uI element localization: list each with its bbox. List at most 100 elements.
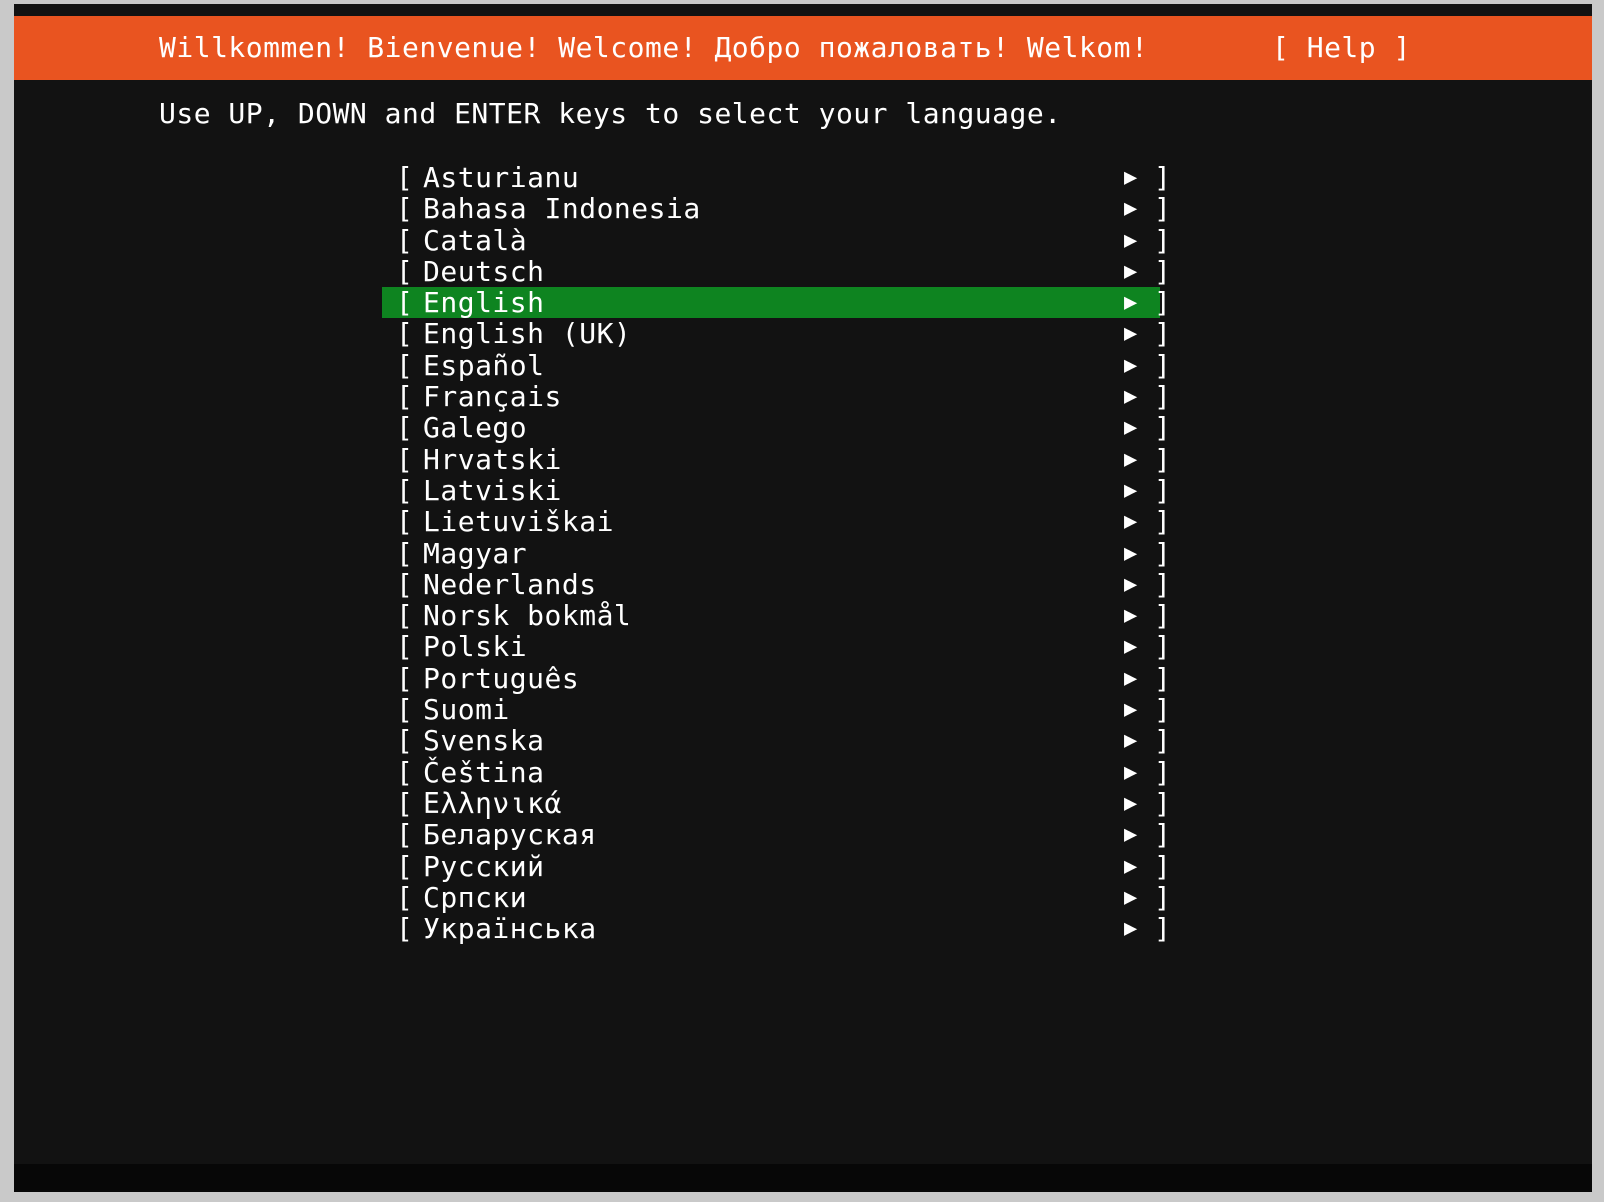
language-option[interactable]: [Español ▶] bbox=[14, 348, 1592, 382]
language-label: Čeština bbox=[423, 755, 545, 789]
language-option[interactable]: [Bahasa Indonesia ▶] bbox=[14, 192, 1592, 226]
bracket-close: ] bbox=[1154, 536, 1171, 570]
expand-arrow-icon[interactable]: ▶ bbox=[1124, 287, 1137, 318]
language-option[interactable]: [ Français ▶] bbox=[14, 380, 1592, 414]
expand-arrow-icon[interactable]: ▶ bbox=[1124, 256, 1137, 287]
language-option[interactable]: [Català ▶] bbox=[14, 223, 1592, 257]
language-label: Español bbox=[423, 348, 545, 382]
language-list: [ Asturianu ▶] [ Bahasa Indonesia ▶] [ Català ▶]… bbox=[14, 162, 1592, 944]
language-option[interactable]: [Galego ▶] bbox=[14, 411, 1592, 445]
expand-arrow-icon[interactable]: ▶ bbox=[1124, 225, 1137, 256]
expand-arrow-icon[interactable]: ▶ bbox=[1124, 350, 1137, 381]
language-label: Nederlands bbox=[423, 567, 597, 601]
bracket-open: [ bbox=[396, 567, 413, 601]
language-option[interactable]: [Беларуская ▶] bbox=[14, 818, 1592, 852]
expand-arrow-icon[interactable]: ▶ bbox=[1124, 506, 1137, 537]
bracket-open: [ bbox=[396, 161, 413, 194]
bracket-close: ] bbox=[1154, 630, 1171, 664]
expand-arrow-icon[interactable]: ▶ bbox=[1124, 819, 1137, 850]
bracket-open: [ bbox=[396, 380, 413, 414]
language-option[interactable]: [Svenska ▶] bbox=[14, 724, 1592, 758]
bracket-close: ] bbox=[1154, 473, 1171, 507]
language-label: Беларуская bbox=[423, 818, 597, 852]
language-option[interactable]: [English ▶] bbox=[14, 287, 1592, 318]
language-option[interactable]: [Čeština ▶] bbox=[14, 755, 1592, 789]
bracket-close: ] bbox=[1154, 912, 1171, 946]
language-option[interactable]: [Polski ▶] bbox=[14, 630, 1592, 664]
expand-arrow-icon[interactable]: ▶ bbox=[1124, 882, 1137, 913]
language-label: Polski bbox=[423, 630, 528, 664]
screen-frame: Willkommen! Bienvenue! Welcome! Добро по… bbox=[0, 0, 1604, 1202]
language-option[interactable]: [Ελληνικά ▶] bbox=[14, 786, 1592, 820]
language-label: Русский bbox=[423, 849, 545, 883]
language-option[interactable]: [Deutsch ▶] bbox=[14, 254, 1592, 288]
bracket-open: [ bbox=[396, 661, 413, 695]
bracket-open: [ bbox=[396, 286, 413, 320]
expand-arrow-icon[interactable]: ▶ bbox=[1124, 757, 1137, 788]
bracket-open: [ bbox=[396, 505, 413, 539]
language-label: Српски bbox=[423, 880, 528, 914]
expand-arrow-icon[interactable]: ▶ bbox=[1124, 381, 1137, 412]
language-option[interactable]: [ Nederlands ▶] bbox=[14, 567, 1592, 601]
bottom-strip bbox=[14, 1164, 1592, 1192]
bracket-close: ] bbox=[1154, 786, 1171, 820]
bracket-open: [ bbox=[396, 536, 413, 570]
bracket-close: ] bbox=[1154, 849, 1171, 883]
bracket-open: [ bbox=[396, 755, 413, 789]
bracket-close: ] bbox=[1154, 380, 1171, 414]
expand-arrow-icon[interactable]: ▶ bbox=[1124, 631, 1137, 662]
language-label: Norsk bokmål bbox=[423, 599, 632, 633]
language-option[interactable]: [ Asturianu ▶] bbox=[14, 161, 1592, 194]
expand-arrow-icon[interactable]: ▶ bbox=[1124, 913, 1137, 944]
bracket-close: ] bbox=[1154, 599, 1171, 633]
expand-arrow-icon[interactable]: ▶ bbox=[1124, 851, 1137, 882]
language-label: Asturianu bbox=[423, 161, 580, 194]
bracket-close: ] bbox=[1154, 161, 1171, 194]
language-label: Magyar bbox=[423, 536, 528, 570]
language-option[interactable]: [Hrvatski ▶] bbox=[14, 442, 1592, 476]
help-button[interactable]: [ Help ] bbox=[1272, 16, 1411, 80]
expand-arrow-icon[interactable]: ▶ bbox=[1124, 162, 1137, 193]
bracket-close: ] bbox=[1154, 880, 1171, 914]
language-option[interactable]: [English (UK) ▶] bbox=[14, 318, 1592, 350]
language-label: Suomi bbox=[423, 693, 510, 727]
expand-arrow-icon[interactable]: ▶ bbox=[1124, 569, 1137, 600]
language-option[interactable]: [Norsk bokmål ▶] bbox=[14, 599, 1592, 633]
bracket-close: ] bbox=[1154, 818, 1171, 852]
expand-arrow-icon[interactable]: ▶ bbox=[1124, 475, 1137, 506]
language-option[interactable]: [Latviski ▶] bbox=[14, 473, 1592, 507]
expand-arrow-icon[interactable]: ▶ bbox=[1124, 788, 1137, 819]
expand-arrow-icon[interactable]: ▶ bbox=[1124, 318, 1137, 349]
expand-arrow-icon[interactable]: ▶ bbox=[1124, 600, 1137, 631]
expand-arrow-icon[interactable]: ▶ bbox=[1124, 694, 1137, 725]
language-option[interactable]: [ Српски ▶] bbox=[14, 880, 1592, 914]
top-spacer bbox=[14, 4, 1592, 16]
bracket-open: [ bbox=[396, 442, 413, 476]
language-label: Català bbox=[423, 223, 528, 257]
language-option[interactable]: [Suomi ▶] bbox=[14, 693, 1592, 727]
language-label: Bahasa Indonesia bbox=[423, 192, 701, 226]
expand-arrow-icon[interactable]: ▶ bbox=[1124, 663, 1137, 694]
expand-arrow-icon[interactable]: ▶ bbox=[1124, 444, 1137, 475]
expand-arrow-icon[interactable]: ▶ bbox=[1124, 538, 1137, 569]
expand-arrow-icon[interactable]: ▶ bbox=[1124, 412, 1137, 443]
expand-arrow-icon[interactable]: ▶ bbox=[1124, 193, 1137, 224]
bracket-open: [ bbox=[396, 473, 413, 507]
bracket-open: [ bbox=[396, 223, 413, 257]
bracket-open: [ bbox=[396, 880, 413, 914]
language-option[interactable]: [Українська ▶] bbox=[14, 912, 1592, 946]
bracket-close: ] bbox=[1154, 442, 1171, 476]
expand-arrow-icon[interactable]: ▶ bbox=[1124, 725, 1137, 756]
language-label: Français bbox=[423, 380, 562, 414]
bracket-open: [ bbox=[396, 724, 413, 758]
bracket-open: [ bbox=[396, 411, 413, 445]
language-label: Galego bbox=[423, 411, 528, 445]
bracket-close: ] bbox=[1154, 567, 1171, 601]
bracket-close: ] bbox=[1154, 254, 1171, 288]
language-option[interactable]: [ Magyar ▶] bbox=[14, 536, 1592, 570]
welcome-greeting: Willkommen! Bienvenue! Welcome! Добро по… bbox=[159, 31, 1149, 64]
language-option[interactable]: [Lietuviškai ▶] bbox=[14, 505, 1592, 539]
language-option[interactable]: [Português ▶] bbox=[14, 661, 1592, 695]
language-option[interactable]: [Русский ▶] bbox=[14, 849, 1592, 883]
language-label: Deutsch bbox=[423, 254, 545, 288]
